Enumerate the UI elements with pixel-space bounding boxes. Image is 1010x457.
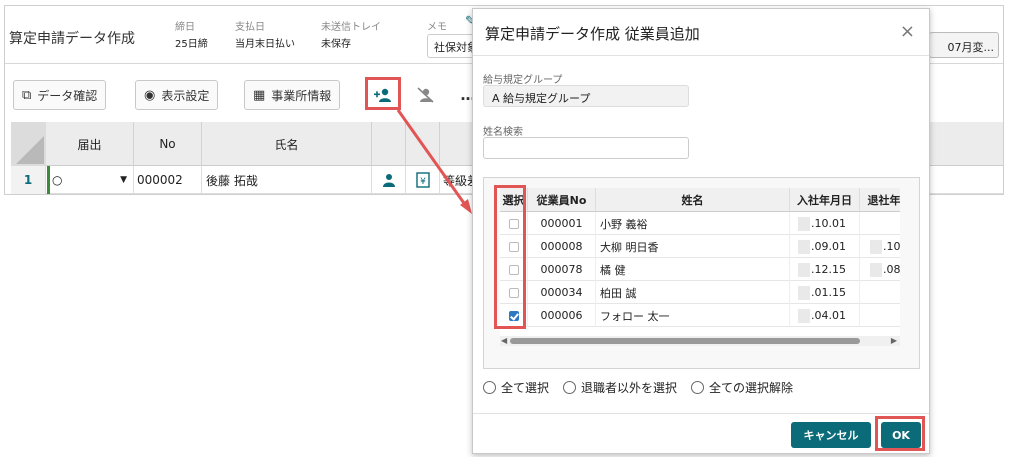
col-employee-no[interactable]: 従業員No <box>528 188 596 212</box>
group-label: 給与規定グループ <box>483 75 563 86</box>
grid-header-icon2 <box>406 122 440 166</box>
radio-deselect-all[interactable]: 全ての選択解除 <box>691 379 793 396</box>
grid-header-no[interactable]: No <box>134 122 202 166</box>
remove-employee-button[interactable] <box>410 82 440 108</box>
redacted-block <box>798 308 810 323</box>
col-name[interactable]: 姓名 <box>596 188 790 212</box>
svg-text:¥: ¥ <box>420 177 426 187</box>
row-employee-name: 後藤 拓哉 <box>202 166 372 194</box>
grid-header-notification[interactable]: 届出 <box>46 122 134 166</box>
col-hire-date[interactable]: 入社年月日 <box>790 188 860 212</box>
data-check-button[interactable]: ⧉ データ確認 <box>13 80 107 110</box>
memo-label: メモ <box>427 22 447 33</box>
radio-select-all[interactable]: 全て選択 <box>483 379 549 396</box>
display-settings-button[interactable]: ◉ 表示設定 <box>135 80 219 110</box>
chevron-down-icon: ▼ <box>120 175 127 185</box>
close-icon[interactable]: × <box>900 21 915 42</box>
page-title: 算定申請データ作成 <box>9 31 135 47</box>
row-employee-no: 000002 <box>134 166 202 194</box>
col-retire-date[interactable]: 退社年月 <box>860 188 900 212</box>
table-row[interactable]: 000008 大柳 明日香 .09.01 .10.3 <box>500 235 900 258</box>
add-employee-dialog: 算定申請データ作成 従業員追加 × 給与規定グループ A 給与規定グループ 姓名… <box>472 8 930 454</box>
scroll-right-icon[interactable]: ▶ <box>891 336 897 345</box>
eye-icon: ◉ <box>144 87 156 103</box>
remove-person-icon <box>417 87 434 103</box>
redacted-block <box>870 262 882 277</box>
table-row[interactable]: 000006 フォロー 太一 .04.01 <box>500 304 900 327</box>
grid-corner <box>11 122 46 166</box>
document-icon[interactable]: ¥ <box>406 166 440 194</box>
employee-table: 選択 従業員No 姓名 入社年月日 退社年月 000001 小野 義裕 .10.… <box>500 188 900 346</box>
table-row[interactable]: 000034 柏田 誠 .01.15 <box>500 281 900 304</box>
radio-circle-icon <box>691 381 705 394</box>
redacted-block <box>870 239 882 254</box>
scroll-left-icon[interactable]: ◀ <box>501 336 507 345</box>
row-number: 1 <box>11 166 46 194</box>
cancel-button[interactable]: キャンセル <box>791 422 871 448</box>
redacted-block <box>798 216 810 231</box>
redacted-block <box>798 262 810 277</box>
search-label: 姓名検索 <box>483 127 523 138</box>
table-row[interactable]: 000078 橘 健 .12.15 .08.3 <box>500 258 900 281</box>
radio-circle-icon <box>563 381 577 394</box>
grid-header-name[interactable]: 氏名 <box>202 122 372 166</box>
name-search-input[interactable] <box>483 137 689 159</box>
dialog-divider <box>473 55 929 56</box>
building-icon: ▦ <box>253 87 266 103</box>
table-row[interactable]: 000001 小野 義裕 .10.01 <box>500 212 900 235</box>
grid-header-icon1 <box>372 122 406 166</box>
group-field: A 給与規定グループ <box>483 85 689 107</box>
change-period-button[interactable]: 07月変... <box>929 32 999 58</box>
radio-select-non-retired[interactable]: 退職者以外を選択 <box>563 379 677 396</box>
dialog-title: 算定申請データ作成 従業員追加 <box>485 25 700 43</box>
highlight-add-employee <box>365 77 401 110</box>
radio-circle-icon <box>483 381 496 394</box>
footer-divider <box>473 413 929 414</box>
redacted-block <box>798 239 810 254</box>
meta-pay-day: 支払日 当月末日払い <box>235 22 295 50</box>
selection-radio-group: 全て選択 退職者以外を選択 全ての選択解除 <box>483 379 793 396</box>
employee-table-panel: 選択 従業員No 姓名 入社年月日 退社年月 000001 小野 義裕 .10.… <box>483 177 920 369</box>
scroll-thumb[interactable] <box>510 338 860 344</box>
notification-select[interactable]: ○ ▼ <box>50 166 134 194</box>
horizontal-scrollbar[interactable]: ◀ ▶ <box>500 336 900 346</box>
external-link-icon: ⧉ <box>22 87 32 103</box>
office-info-button[interactable]: ▦ 事業所情報 <box>244 80 341 110</box>
meta-unsent-tray: 未送信トレイ 未保存 <box>321 22 381 50</box>
meta-closing-day: 締日 25日締 <box>175 22 208 50</box>
highlight-select-column <box>494 185 526 329</box>
person-icon[interactable] <box>372 166 406 194</box>
highlight-ok-button <box>875 416 925 451</box>
redacted-block <box>798 285 810 300</box>
